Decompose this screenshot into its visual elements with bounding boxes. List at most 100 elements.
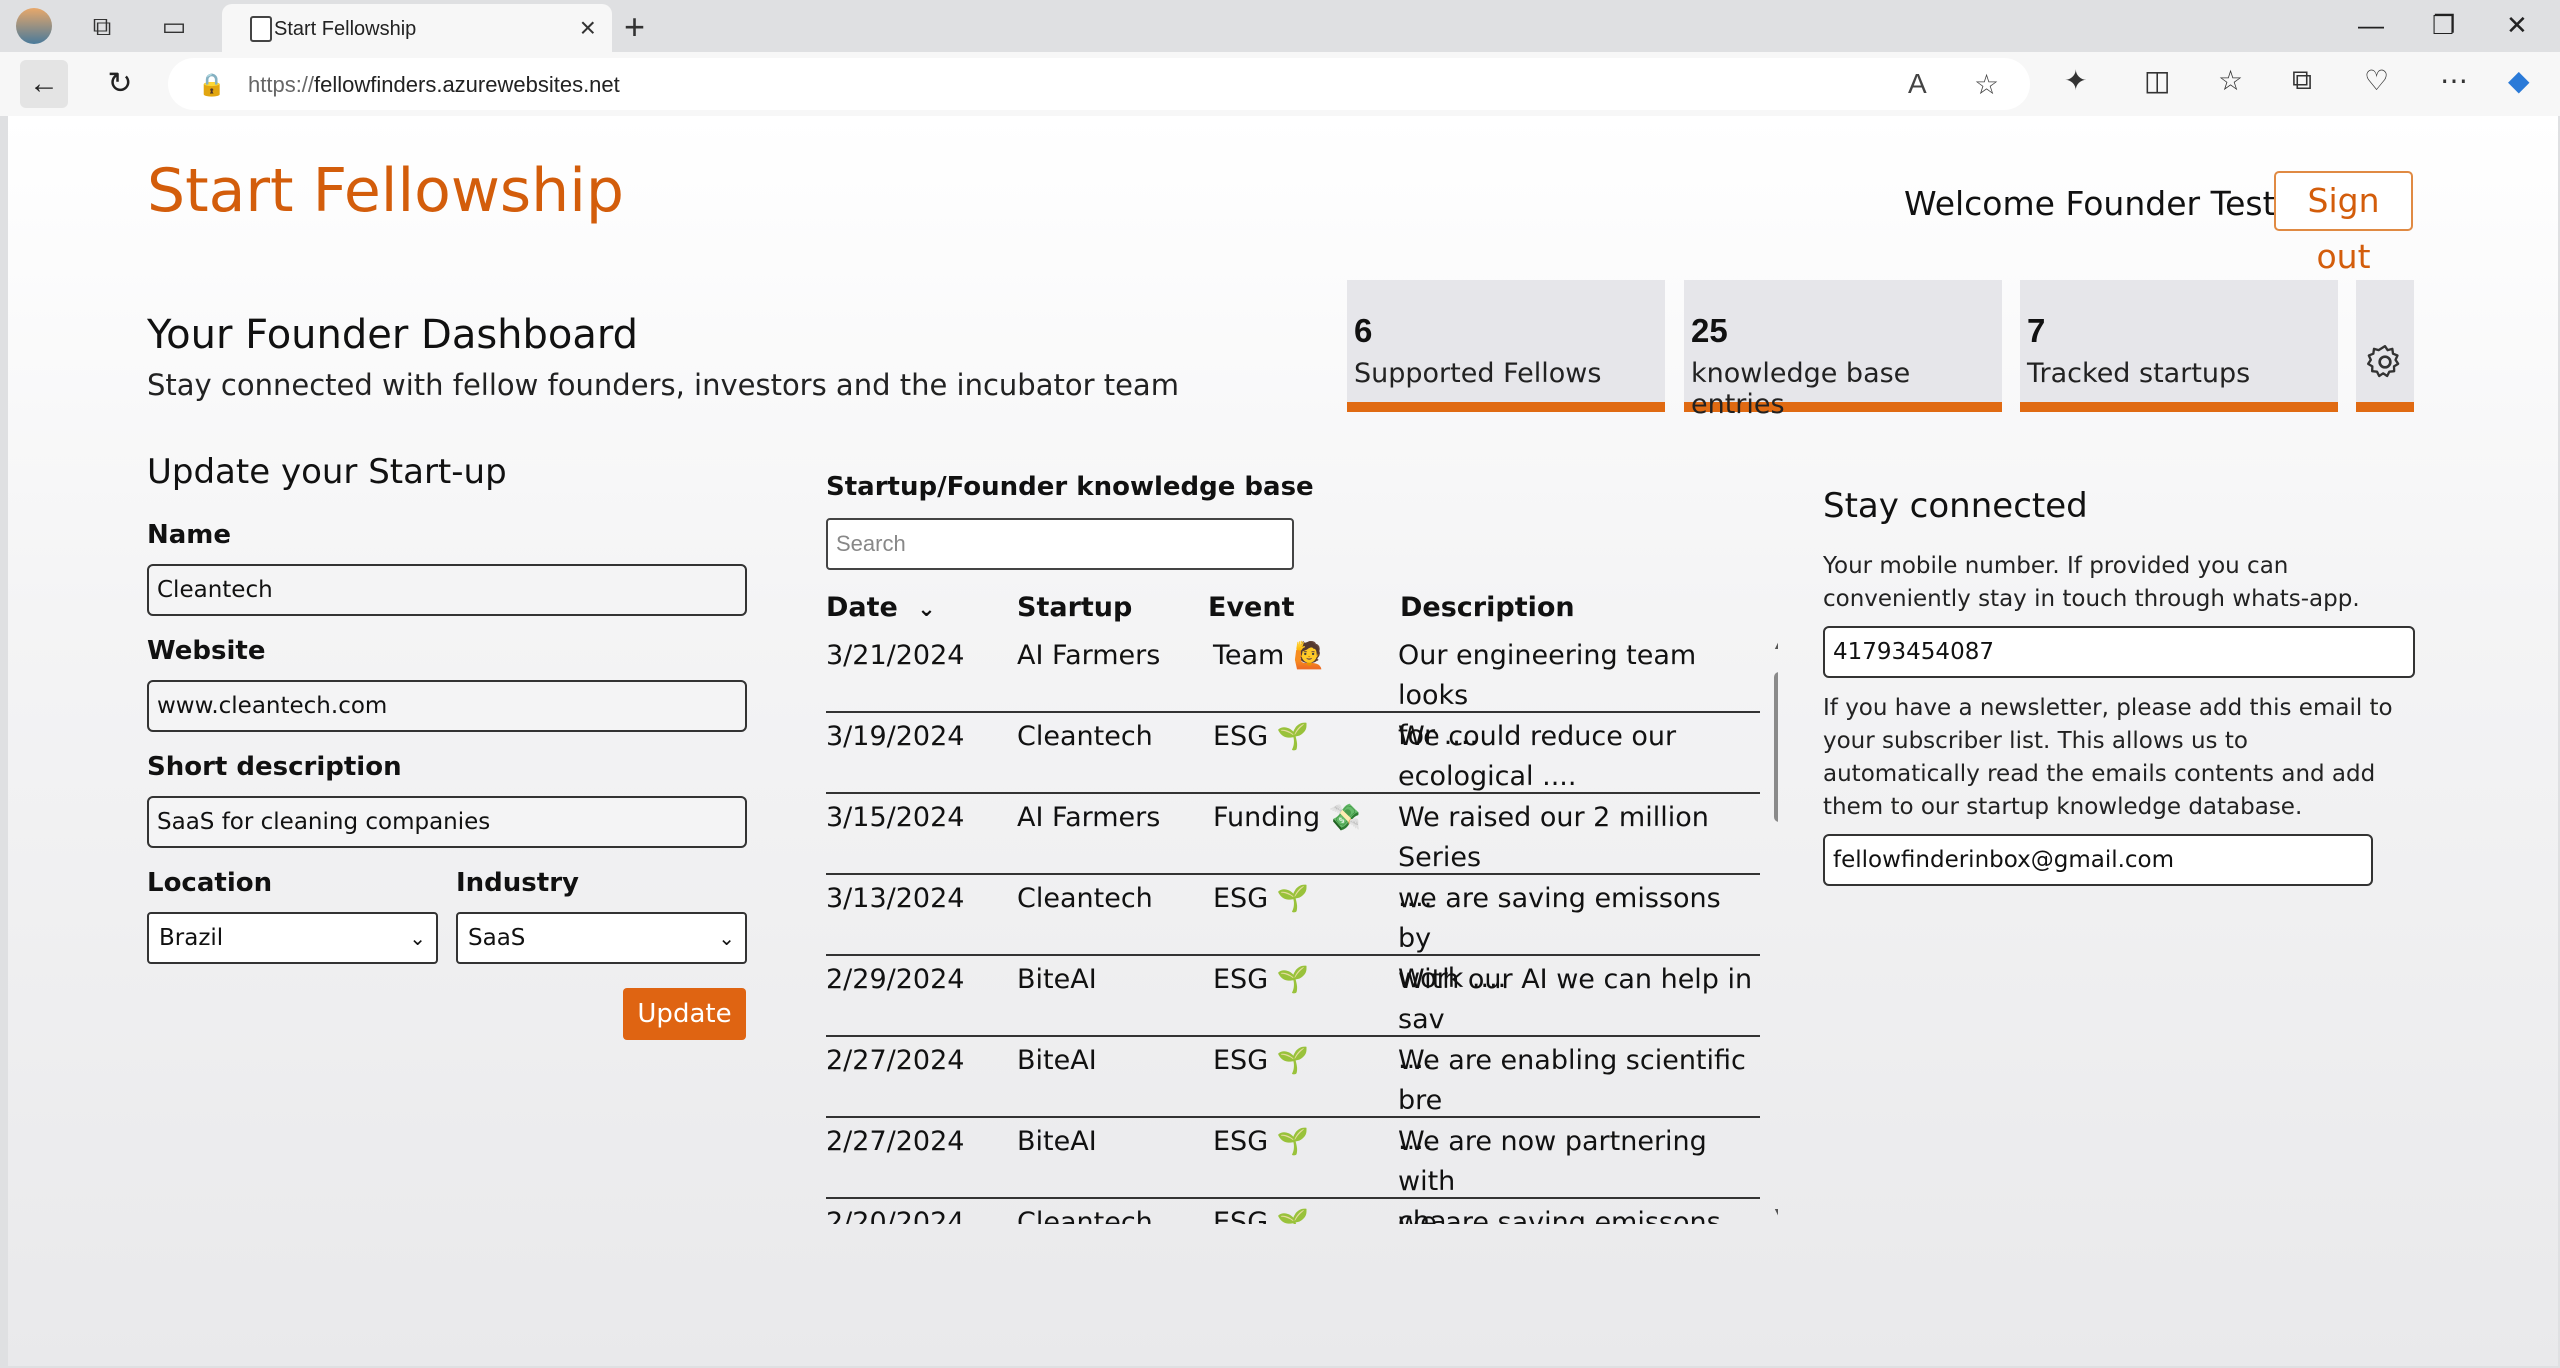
cell-event: ESG 🌱	[1213, 1203, 1309, 1224]
cell-startup: Cleantech	[1017, 721, 1153, 752]
new-tab-button[interactable]: +	[624, 6, 645, 48]
split-screen-icon[interactable]: ◫	[2144, 64, 2170, 97]
browser-essentials-icon[interactable]: ♡	[2364, 64, 2389, 97]
cell-startup: AI Farmers	[1017, 640, 1161, 671]
cell-startup: Cleantech	[1017, 1207, 1153, 1224]
page-icon	[250, 16, 272, 42]
table-scrollbar[interactable]: ▲ ▼	[1770, 632, 1778, 1224]
cell-startup: BiteAI	[1017, 964, 1097, 995]
stat-knowledge-base[interactable]: 25 knowledge base entries	[1684, 280, 2002, 420]
name-field[interactable]: Cleantech	[147, 564, 747, 616]
address-bar-row: ← ↻ 🔒 https://fellowfinders.azurewebsite…	[0, 52, 2560, 116]
address-bar[interactable]: 🔒 https://fellowfinders.azurewebsites.ne…	[168, 58, 2030, 110]
cell-date: 3/13/2024	[826, 883, 965, 914]
settings-button[interactable]	[2356, 280, 2414, 412]
copilot-icon[interactable]: ◆	[2508, 64, 2530, 97]
event-icon: 🌱	[1276, 965, 1310, 995]
profile-avatar-icon[interactable]	[16, 8, 52, 44]
industry-label: Industry	[456, 868, 579, 898]
lock-icon[interactable]: 🔒	[198, 72, 225, 98]
column-header-description[interactable]: Description	[1400, 592, 1575, 623]
event-icon: 🌱	[1276, 722, 1310, 752]
table-row[interactable]: 2/29/2024 BiteAI ESG 🌱 With our AI we can h…	[826, 956, 1760, 1075]
cell-event: ESG 🌱	[1213, 964, 1310, 995]
cell-date: 3/21/2024	[826, 640, 965, 671]
more-icon[interactable]: ⋯	[2440, 64, 2468, 97]
url-text: https://fellowfinders.azurewebsites.net	[248, 72, 620, 97]
update-button[interactable]: Update	[623, 988, 746, 1040]
table-row[interactable]: 3/19/2024 Cleantech ESG 🌱 We could reduce o…	[826, 713, 1760, 794]
cell-description: We could reduce our ecological ....	[1398, 721, 1677, 792]
cell-date: 2/29/2024	[826, 964, 965, 995]
restore-icon[interactable]: ❐	[2432, 10, 2455, 41]
cell-date: 2/20/2024	[826, 1207, 965, 1224]
website-label: Website	[147, 636, 266, 666]
stat-label: Supported Fellows	[1354, 358, 1602, 389]
table-row[interactable]: 3/13/2024 Cleantech ESG 🌱 we are saving emi…	[826, 875, 1760, 994]
favorites-icon[interactable]: ☆	[2218, 64, 2243, 97]
table-row[interactable]: 3/15/2024 AI Farmers Funding 💸 We raised ou…	[826, 794, 1760, 913]
cell-event: ESG 🌱	[1213, 721, 1310, 752]
website-field[interactable]: www.cleantech.com	[147, 680, 747, 732]
search-input[interactable]: Search	[826, 518, 1294, 570]
event-icon: 🌱	[1276, 884, 1310, 914]
short-description-label: Short description	[147, 752, 402, 782]
tab-close-icon[interactable]: ×	[580, 12, 596, 44]
app-logo[interactable]: Start Fellowship	[147, 156, 624, 226]
stay-connected-title: Stay connected	[1823, 486, 2088, 526]
refresh-icon[interactable]: ↻	[96, 60, 144, 108]
sign-out-button[interactable]: Sign out	[2274, 171, 2413, 276]
stat-value: 6	[1354, 312, 1373, 349]
table-row[interactable]: 2/27/2024 BiteAI ESG 🌱 We are now partnerin…	[826, 1118, 1760, 1224]
column-header-event[interactable]: Event	[1208, 592, 1294, 623]
mobile-help-text: Your mobile number. If provided you can …	[1823, 553, 2360, 612]
table-row[interactable]: 2/27/2024 BiteAI ESG 🌱 We are enabling scie…	[826, 1037, 1760, 1156]
collections-icon[interactable]: ⧉	[2292, 64, 2312, 97]
column-header-startup[interactable]: Startup	[1017, 592, 1132, 623]
browser-tab-bar: ⧉ ▭ Start Fellowship × + — ❐ ✕	[0, 0, 2560, 52]
event-icon: 💸	[1328, 803, 1362, 833]
cell-description: we are saving emissons by	[1398, 1207, 1721, 1224]
industry-value: SaaS	[468, 925, 526, 951]
workspaces-icon[interactable]: ⧉	[84, 8, 120, 44]
cell-event: Team 🙋	[1213, 640, 1326, 671]
name-label: Name	[147, 520, 232, 550]
cell-event: ESG 🌱	[1213, 1045, 1310, 1076]
welcome-text: Welcome Founder Test!	[1904, 184, 2289, 223]
scroll-up-icon[interactable]: ▲	[1772, 636, 1778, 652]
cell-date: 2/27/2024	[826, 1045, 965, 1076]
favorite-star-icon[interactable]: ☆	[1974, 68, 1999, 101]
stat-value: 7	[2027, 312, 2046, 349]
window-close-icon[interactable]: ✕	[2506, 10, 2528, 41]
event-icon: 🌱	[1276, 1046, 1310, 1076]
mobile-number-field[interactable]: 41793454087	[1823, 626, 2415, 678]
stat-label: knowledge base entries	[1691, 358, 1911, 420]
newsletter-email-field[interactable]: fellowfinderinbox@gmail.com	[1823, 834, 2373, 886]
vertical-tabs-icon[interactable]: ▭	[156, 8, 192, 44]
back-icon[interactable]: ←	[20, 60, 68, 108]
short-description-field[interactable]: SaaS for cleaning companies	[147, 796, 747, 848]
knowledge-base-title: Startup/Founder knowledge base	[826, 472, 1314, 502]
industry-select[interactable]: SaaS ⌄	[456, 912, 747, 964]
chevron-down-icon: ⌄	[917, 597, 936, 622]
cell-date: 3/19/2024	[826, 721, 965, 752]
stat-tracked-startups[interactable]: 7 Tracked startups	[2020, 280, 2338, 412]
cell-date: 3/15/2024	[826, 802, 965, 833]
chevron-down-icon: ⌄	[718, 926, 735, 950]
table-row[interactable]: 2/20/2024 Cleantech ESG 🌱 we are saving emi…	[826, 1199, 1760, 1224]
column-header-date[interactable]: Date ⌄	[826, 592, 936, 623]
minimize-icon[interactable]: —	[2358, 10, 2384, 41]
cell-startup: Cleantech	[1017, 883, 1153, 914]
tab-start-fellowship[interactable]: Start Fellowship ×	[222, 4, 612, 52]
page-subtitle: Stay connected with fellow founders, inv…	[147, 368, 1179, 402]
tab-title: Start Fellowship	[274, 18, 417, 40]
knowledge-base-table[interactable]: 3/21/2024 AI Farmers Team 🙋 Our engineering…	[826, 632, 1778, 1224]
read-aloud-icon[interactable]: A	[1908, 68, 1927, 100]
table-row[interactable]: 3/21/2024 AI Farmers Team 🙋 Our engineering…	[826, 632, 1760, 751]
page-content: Start Fellowship Welcome Founder Test! S…	[8, 116, 2558, 1366]
scroll-thumb[interactable]	[1774, 672, 1778, 822]
stat-supported-fellows[interactable]: 6 Supported Fellows	[1347, 280, 1665, 412]
location-select[interactable]: Brazil ⌄	[147, 912, 438, 964]
extensions-icon[interactable]: ✦	[2064, 64, 2087, 97]
scroll-down-icon[interactable]: ▼	[1772, 1204, 1778, 1220]
